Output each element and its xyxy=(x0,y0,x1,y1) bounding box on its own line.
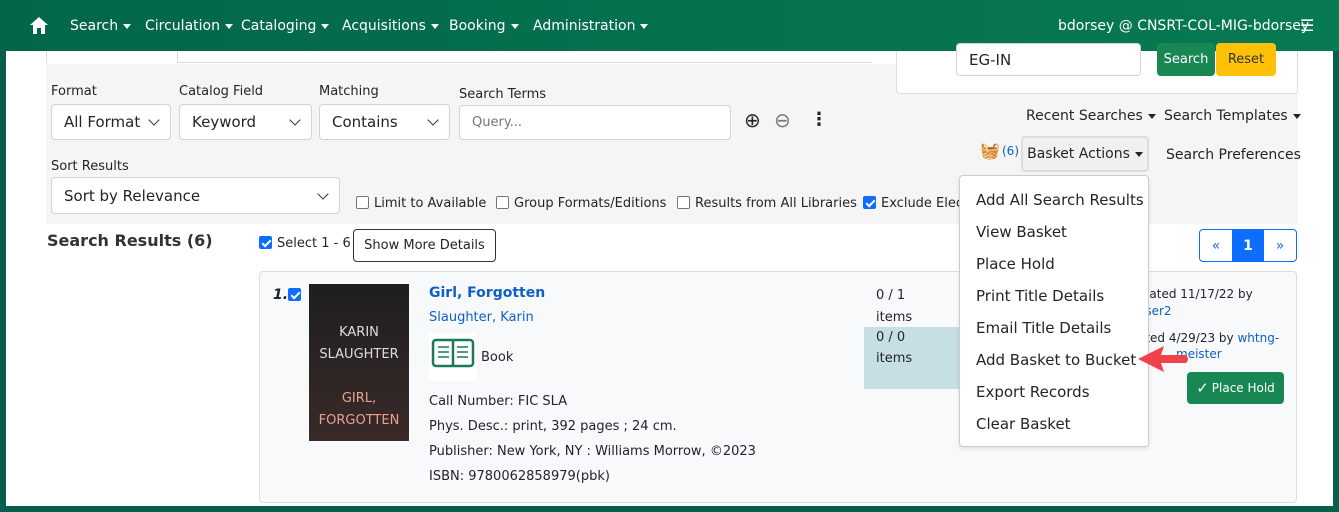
menu-export-records[interactable]: Export Records xyxy=(976,383,1090,401)
format-label: Format xyxy=(51,84,97,99)
group-formats-checkbox[interactable]: Group Formats/Editions xyxy=(496,196,666,211)
place-hold-button[interactable]: ✓ Place Hold xyxy=(1187,372,1284,404)
publisher: Publisher: New York, NY : Williams Morro… xyxy=(429,444,756,459)
chevron-down-icon xyxy=(317,187,329,200)
holdings-unit: items xyxy=(876,310,913,325)
menu-list-icon[interactable]: ☰ xyxy=(1300,16,1314,35)
results-heading: Search Results (6) xyxy=(47,231,213,250)
menu-print-title-details[interactable]: Print Title Details xyxy=(976,287,1104,305)
search-tab[interactable] xyxy=(46,51,178,63)
basket-actions-menu: Add All Search Results View Basket Place… xyxy=(959,175,1149,447)
nav-booking[interactable]: Booking xyxy=(449,18,519,34)
author-link[interactable]: Slaughter, Karin xyxy=(429,310,534,325)
search-button[interactable]: Search xyxy=(1157,43,1215,76)
basket-icon[interactable]: 🧺 xyxy=(980,141,1000,160)
remove-row-icon[interactable]: ⊖ xyxy=(774,108,791,132)
format-text: Book xyxy=(481,350,514,365)
org-select[interactable]: EG-IN xyxy=(956,43,1141,76)
show-more-details-button[interactable]: Show More Details xyxy=(353,229,496,262)
add-row-icon[interactable]: ⊕ xyxy=(744,108,761,132)
reset-button[interactable]: Reset xyxy=(1216,43,1276,76)
menu-place-hold[interactable]: Place Hold xyxy=(976,255,1055,273)
chevron-down-icon xyxy=(148,114,160,126)
search-terms-label: Search Terms xyxy=(459,87,547,102)
holdings-count: 0 / 1 xyxy=(876,288,906,303)
check-icon: ✓ xyxy=(1196,379,1209,397)
menu-clear-basket[interactable]: Clear Basket xyxy=(976,415,1071,433)
title-link[interactable]: Girl, Forgotten xyxy=(429,285,545,301)
recent-searches-button[interactable]: Recent Searches xyxy=(1026,108,1156,124)
menu-add-all-results[interactable]: Add All Search Results xyxy=(976,191,1144,209)
phys-desc: Phys. Desc.: print, 392 pages ; 24 cm. xyxy=(429,419,677,434)
menu-email-title-details[interactable]: Email Title Details xyxy=(976,319,1111,337)
all-libraries-checkbox[interactable]: Results from All Libraries xyxy=(677,196,857,211)
edited-info: ited 4/29/23 by whtng- xyxy=(1142,331,1280,345)
sort-select[interactable]: Sort by Relevance xyxy=(51,177,340,214)
user-label[interactable]: bdorsey @ CNSRT-COL-MIG-bdorsey xyxy=(1058,18,1309,34)
catalog-field-label: Catalog Field xyxy=(179,84,264,99)
red-arrow-annotation xyxy=(1138,346,1188,372)
nav-search[interactable]: Search xyxy=(70,18,132,34)
sort-label: Sort Results xyxy=(51,159,129,174)
basket-count[interactable]: (6) xyxy=(1002,144,1019,158)
created-info: eated 11/17/22 by xyxy=(1142,287,1253,301)
matching-label: Matching xyxy=(319,84,379,99)
home-icon[interactable] xyxy=(30,17,48,34)
call-number: Call Number: FIC SLA xyxy=(429,394,568,409)
nav-circulation[interactable]: Circulation xyxy=(145,18,233,34)
prev-page[interactable]: « xyxy=(1200,230,1232,261)
book-cover-image[interactable]: KARIN SLAUGHTER GIRL, FORGOTTEN xyxy=(309,284,409,441)
more-options-icon[interactable]: ⋮ xyxy=(810,109,828,130)
nav-acquisitions[interactable]: Acquisitions xyxy=(342,18,439,34)
select-all-checkbox[interactable]: Select 1 - 6 xyxy=(259,236,351,251)
menu-add-basket-to-bucket[interactable]: Add Basket to Bucket xyxy=(976,351,1136,369)
nav-cataloging[interactable]: Cataloging xyxy=(241,18,330,34)
book-format-icon xyxy=(429,333,477,381)
chevron-down-icon xyxy=(289,114,301,126)
holdings-unit: items xyxy=(876,351,913,366)
search-terms-input[interactable] xyxy=(459,105,731,140)
page-1[interactable]: 1 xyxy=(1232,230,1264,261)
page: EG-IN Search Reset Format All Format Cat… xyxy=(6,43,1333,506)
result-checkbox[interactable] xyxy=(288,287,306,303)
search-preferences-button[interactable]: Search Preferences xyxy=(1166,147,1301,163)
menu-view-basket[interactable]: View Basket xyxy=(976,223,1067,241)
basket-actions-button[interactable]: Basket Actions xyxy=(1021,136,1149,172)
nav-administration[interactable]: Administration xyxy=(533,18,649,34)
chevron-down-icon xyxy=(427,114,439,126)
format-select[interactable]: All Format xyxy=(51,104,171,140)
exclude-electronic-checkbox[interactable]: Exclude Elect xyxy=(863,196,968,211)
isbn: ISBN: 9780062858979(pbk) xyxy=(429,469,610,484)
limit-available-checkbox[interactable]: Limit to Available xyxy=(356,196,486,211)
search-templates-button[interactable]: Search Templates xyxy=(1164,108,1301,124)
result-number: 1. xyxy=(273,287,289,303)
matching-select[interactable]: Contains xyxy=(319,104,450,140)
next-page[interactable]: » xyxy=(1264,230,1296,261)
holdings-count: 0 / 0 xyxy=(876,330,906,345)
catalog-field-select[interactable]: Keyword xyxy=(179,104,312,140)
pagination: « 1 » xyxy=(1199,229,1297,262)
